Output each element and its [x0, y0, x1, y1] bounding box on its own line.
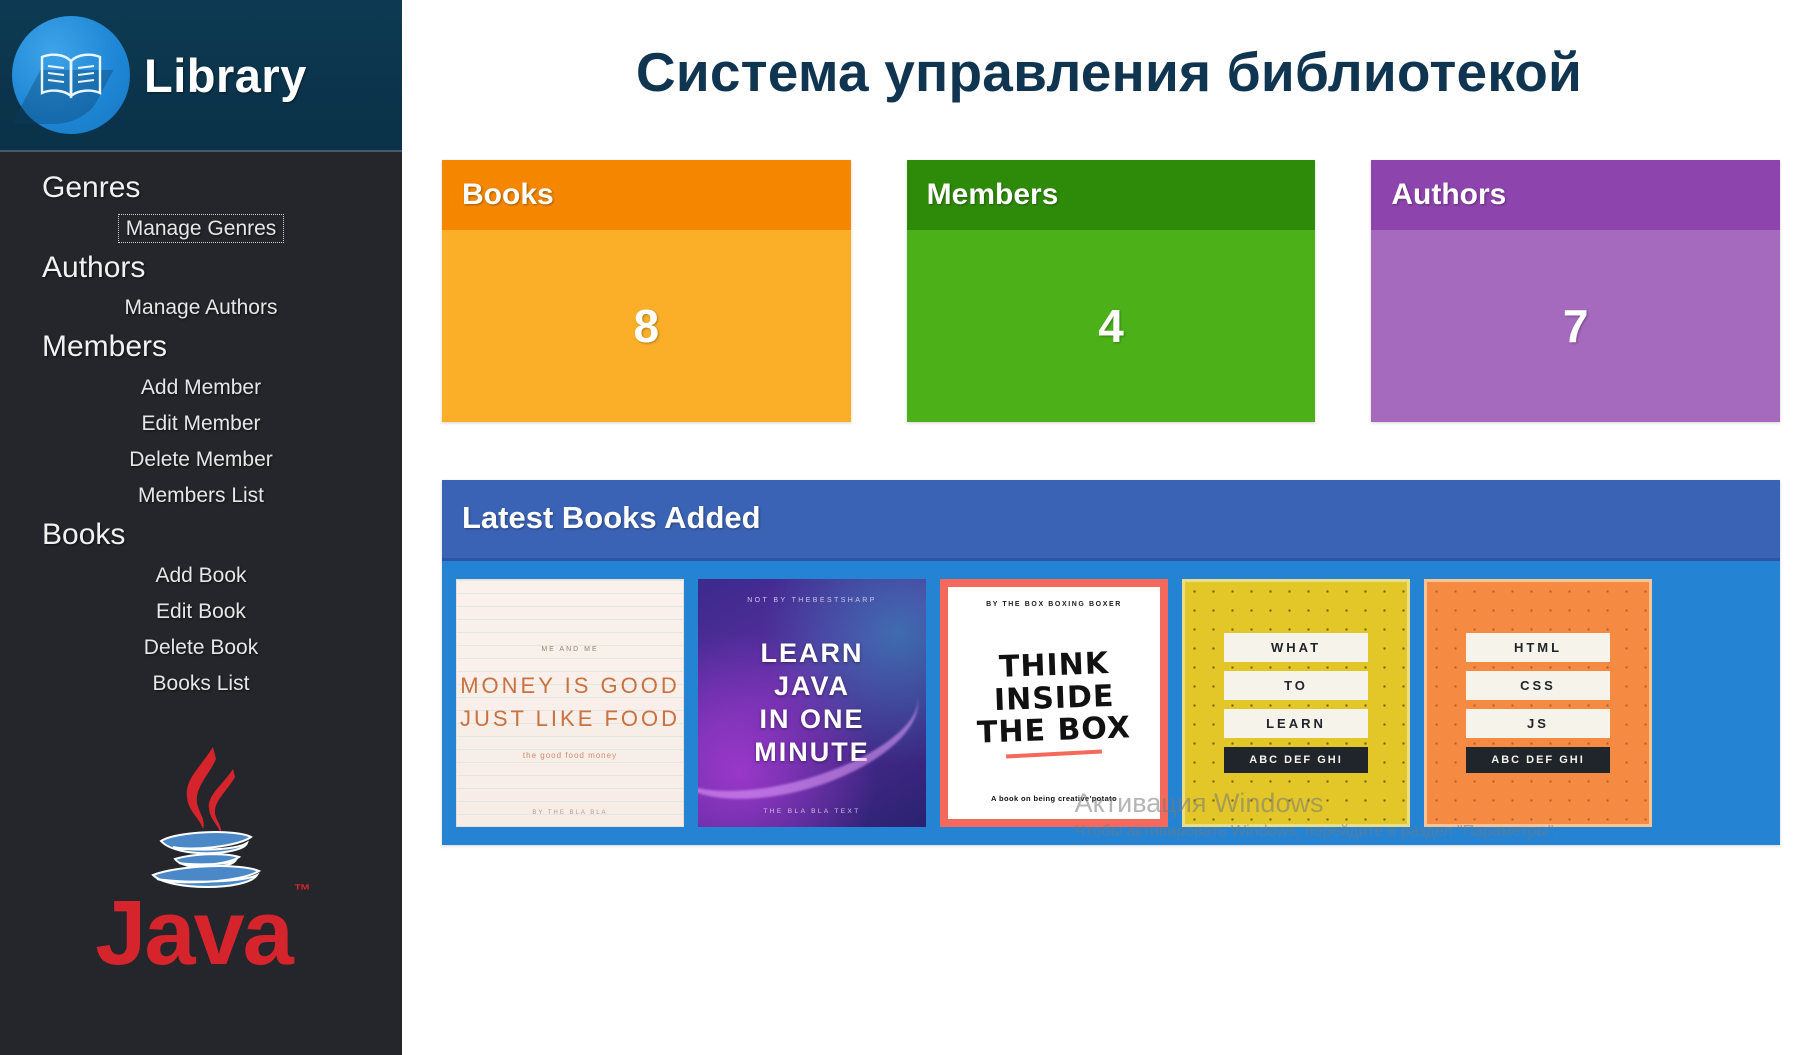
book-title-line-1: MONEY IS GOOD: [460, 673, 680, 698]
app-root: Library Genres Manage Genres Authors Man…: [0, 0, 1816, 1055]
book-footer: BY THE BLA BLA: [532, 810, 608, 816]
java-wordmark-text: Java: [95, 881, 294, 984]
sidebar-item-label: Manage Authors: [124, 296, 278, 320]
trademark-symbol: ™: [293, 881, 311, 901]
stat-card-value: 4: [906, 230, 1316, 422]
book-title-line-2: JUST LIKE FOOD: [459, 706, 681, 731]
book-title-line-3: THE BOX: [976, 710, 1132, 751]
book-subtitle: the good food money: [522, 751, 618, 760]
sidebar-item-manage-authors[interactable]: Manage Authors: [0, 289, 402, 325]
stat-card-value: 8: [442, 230, 851, 422]
latest-books-title: Latest Books Added: [442, 480, 1780, 561]
sidebar-item-label: Manage Genres: [117, 213, 285, 243]
book-chip-2: CSS: [1466, 671, 1610, 700]
sidebar-item-label: Books List: [152, 671, 250, 695]
java-coffee-cup-icon: [117, 725, 285, 898]
sidebar: Library Genres Manage Genres Authors Man…: [0, 0, 402, 1055]
book-chip-3: JS: [1466, 709, 1610, 738]
sidebar-section-genres: Genres: [42, 171, 141, 204]
sidebar-section-authors: Authors: [42, 250, 146, 284]
sidebar-item-label: Members List: [137, 483, 265, 507]
book-chip-1: HTML: [1466, 633, 1610, 662]
underline-accent: [1005, 749, 1103, 759]
java-logo: Java ™: [0, 725, 402, 979]
sidebar-item-add-book[interactable]: Add Book: [0, 557, 402, 593]
book-footer: A book on being creative'potato: [991, 794, 1117, 803]
brand-header: Library: [0, 0, 402, 152]
stat-card-title: Books: [442, 160, 851, 230]
book-chip-1: WHAT: [1224, 633, 1368, 662]
sidebar-item-edit-book[interactable]: Edit Book: [0, 593, 402, 629]
brand-title: Library: [144, 48, 307, 102]
sidebar-item-edit-member[interactable]: Edit Member: [0, 405, 402, 441]
sidebar-item-members-list[interactable]: Members List: [0, 477, 402, 513]
main-content: Система управления библиотекой Books 8 M…: [402, 0, 1816, 1055]
book-cover-money-is-good[interactable]: ME AND ME MONEY IS GOOD JUST LIKE FOOD t…: [456, 579, 684, 827]
book-cover-learn-java[interactable]: NOT BY THEBESTSHARP LEARN JAVA IN ONE MI…: [698, 579, 926, 827]
sidebar-item-label: Add Book: [155, 563, 247, 587]
sidebar-item-delete-book[interactable]: Delete Book: [0, 629, 402, 665]
latest-books-panel: Latest Books Added ME AND ME MONEY IS GO…: [442, 480, 1780, 845]
sidebar-item-add-member[interactable]: Add Member: [0, 369, 402, 405]
book-cover-html-css-js[interactable]: HTML CSS JS ABC DEF GHI: [1424, 579, 1652, 827]
book-kicker: NOT BY THEBESTSHARP: [747, 597, 877, 604]
stat-card-value: 7: [1371, 230, 1781, 422]
decorative-swoosh: [698, 637, 926, 825]
stat-card-title: Members: [906, 160, 1316, 230]
book-kicker: BY THE BOX BOXING BOXER: [986, 601, 1122, 608]
sidebar-item-manage-genres[interactable]: Manage Genres: [0, 210, 402, 246]
stat-card-authors[interactable]: Authors 7: [1371, 160, 1781, 422]
sidebar-item-delete-member[interactable]: Delete Member: [0, 441, 402, 477]
stat-card-title: Authors: [1371, 160, 1781, 230]
sidebar-item-label: Add Member: [140, 375, 262, 399]
book-chip-2: TO: [1224, 671, 1368, 700]
book-cover-inner: BY THE BOX BOXING BOXER THINK INSIDE THE…: [948, 587, 1160, 819]
stat-card-books[interactable]: Books 8: [442, 160, 851, 422]
book-kicker: ME AND ME: [541, 646, 599, 653]
stat-card-members[interactable]: Members 4: [906, 160, 1316, 422]
book-chip-dark: ABC DEF GHI: [1224, 747, 1368, 773]
sidebar-item-label: Edit Book: [156, 599, 246, 623]
sidebar-section-books: Books: [42, 518, 126, 552]
book-chip-dark: ABC DEF GHI: [1466, 747, 1610, 773]
book-chip-3: LEARN: [1224, 709, 1368, 738]
latest-books-list: ME AND ME MONEY IS GOOD JUST LIKE FOOD t…: [442, 561, 1780, 845]
sidebar-nav: Genres Manage Genres Authors Manage Auth…: [0, 152, 402, 701]
book-cover-think-inside-the-box[interactable]: BY THE BOX BOXING BOXER THINK INSIDE THE…: [940, 579, 1168, 827]
book-cover-what-to-learn[interactable]: WHAT TO LEARN ABC DEF GHI: [1182, 579, 1410, 827]
sidebar-section-members: Members: [42, 330, 168, 364]
java-wordmark: Java ™: [95, 882, 311, 979]
page-title: Система управления библиотекой: [635, 41, 1583, 103]
sidebar-item-label: Delete Member: [129, 447, 273, 471]
book-footer: THE BLA BLA TEXT: [763, 808, 861, 815]
sidebar-item-label: Edit Member: [141, 411, 261, 435]
sidebar-item-books-list[interactable]: Books List: [0, 665, 402, 701]
stat-cards: Books 8 Members 4 Authors 7: [442, 104, 1781, 422]
sidebar-item-label: Delete Book: [143, 635, 259, 659]
open-book-icon: [12, 16, 130, 134]
